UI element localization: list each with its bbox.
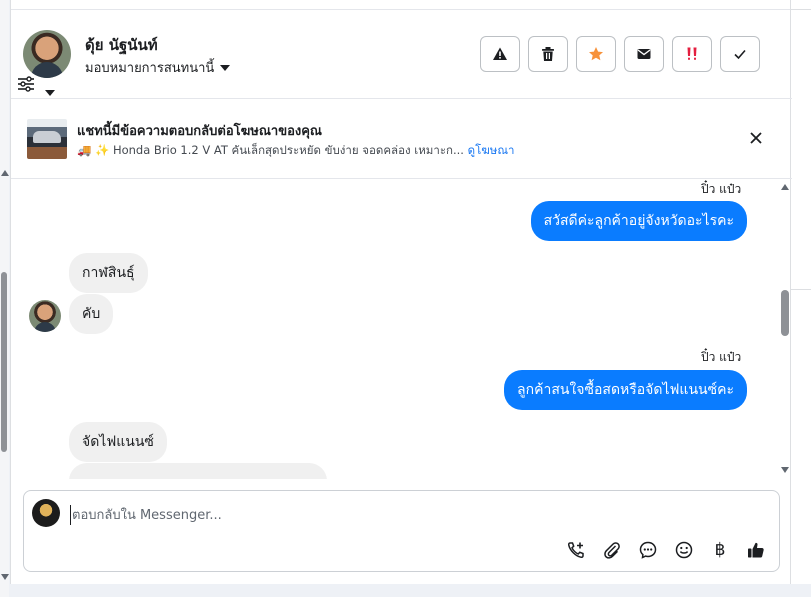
view-ad-link[interactable]: ดูโฆษณา (468, 143, 515, 157)
ad-thumbnail[interactable] (27, 119, 67, 159)
call-button[interactable] (565, 539, 587, 561)
thread-scrollbar[interactable] (778, 180, 792, 479)
filter-sliders-icon[interactable] (17, 76, 35, 92)
contact-avatar-small (29, 300, 61, 332)
ad-banner-description: 🚚 ✨ Honda Brio 1.2 V AT คันเล็กสุดประหยั… (77, 142, 515, 160)
emoji-button[interactable] (673, 539, 695, 561)
mark-spam-button[interactable] (480, 36, 520, 72)
incoming-message[interactable]: คับ (69, 294, 114, 334)
follow-up-button[interactable] (672, 36, 712, 72)
conversation-header: ดุ้ย นัฐนันท์ มอบหมายการสนทนานี้ (11, 10, 792, 99)
assign-label: มอบหมายการสนทนานี้ (85, 61, 215, 76)
attach-button[interactable] (601, 539, 623, 561)
ad-reply-banner: แชทนี้มีข้อความตอบกลับต่อโฆษณาของคุณ 🚚 ✨… (11, 99, 792, 179)
smiley-icon (675, 541, 693, 559)
conversation-panel: ดุ้ย นัฐนันท์ มอบหมายการสนทนานี้ แชทนี้ม… (10, 0, 792, 584)
right-edge-strip (791, 0, 811, 584)
trash-icon (542, 47, 554, 61)
star-icon (589, 47, 603, 61)
scrollbar-thumb[interactable] (781, 290, 789, 336)
contact-name[interactable]: ดุ้ย นัฐนันท์ (85, 33, 158, 57)
sender-label: ปิ๋ว แป๋ว (701, 182, 742, 196)
phone-plus-icon (567, 542, 584, 559)
outgoing-message[interactable]: ลูกค้าสนใจซื้อสดหรือจัดไฟแนนซ์คะ (504, 370, 747, 410)
scroll-up-arrow[interactable] (1, 170, 9, 176)
close-icon[interactable] (749, 131, 763, 145)
assign-conversation-dropdown[interactable]: มอบหมายการสนทนานี้ (85, 57, 231, 78)
thumbs-up-icon (748, 542, 764, 558)
scroll-down-arrow[interactable] (1, 574, 9, 580)
chevron-down-icon[interactable] (45, 90, 55, 96)
divider (791, 9, 811, 10)
action-toolbar (480, 36, 760, 72)
ad-banner-title: แชทนี้มีข้อความตอบกลับต่อโฆษณาของคุณ (77, 124, 322, 139)
outer-scrollbar[interactable] (0, 0, 9, 597)
outgoing-message[interactable]: สวัสดีค่ะลูกค้าอยู่จังหวัดอะไรคะ (530, 201, 747, 241)
baht-icon: ฿ (714, 540, 726, 560)
double-exclamation-icon (687, 47, 697, 60)
chevron-down-icon (220, 64, 231, 71)
scroll-up-arrow[interactable] (781, 184, 789, 190)
reply-composer: ฿ (23, 490, 780, 572)
saved-replies-button[interactable] (637, 539, 659, 561)
message-thread[interactable]: ปิ๋ว แป๋ว สวัสดีค่ะลูกค้าอยู่จังหวัดอะไร… (11, 180, 792, 479)
delete-button[interactable] (528, 36, 568, 72)
contact-avatar[interactable] (23, 30, 71, 78)
warning-icon (493, 47, 507, 60)
check-icon (734, 49, 746, 60)
incoming-message-partial[interactable] (69, 463, 327, 479)
mark-unread-button[interactable] (624, 36, 664, 72)
paperclip-icon (604, 542, 620, 559)
star-button[interactable] (576, 36, 616, 72)
composer-toolbar: ฿ (565, 539, 767, 561)
like-button[interactable] (745, 539, 767, 561)
payment-button[interactable]: ฿ (709, 539, 731, 561)
sender-label: ปิ๋ว แป๋ว (701, 350, 742, 364)
page-avatar (32, 499, 60, 527)
ad-description-text: 🚚 ✨ Honda Brio 1.2 V AT คันเล็กสุดประหยั… (77, 143, 464, 157)
scroll-down-arrow[interactable] (781, 467, 789, 473)
mail-icon (637, 49, 651, 59)
reply-input[interactable] (70, 505, 670, 525)
mark-done-button[interactable] (720, 36, 760, 72)
incoming-message[interactable]: กาฬสินธุ์ (69, 253, 148, 293)
scrollbar-thumb[interactable] (1, 272, 7, 452)
chat-bubble-icon (639, 541, 657, 559)
incoming-message[interactable]: จัดไฟแนนซ์ (69, 422, 167, 462)
divider (791, 289, 811, 290)
